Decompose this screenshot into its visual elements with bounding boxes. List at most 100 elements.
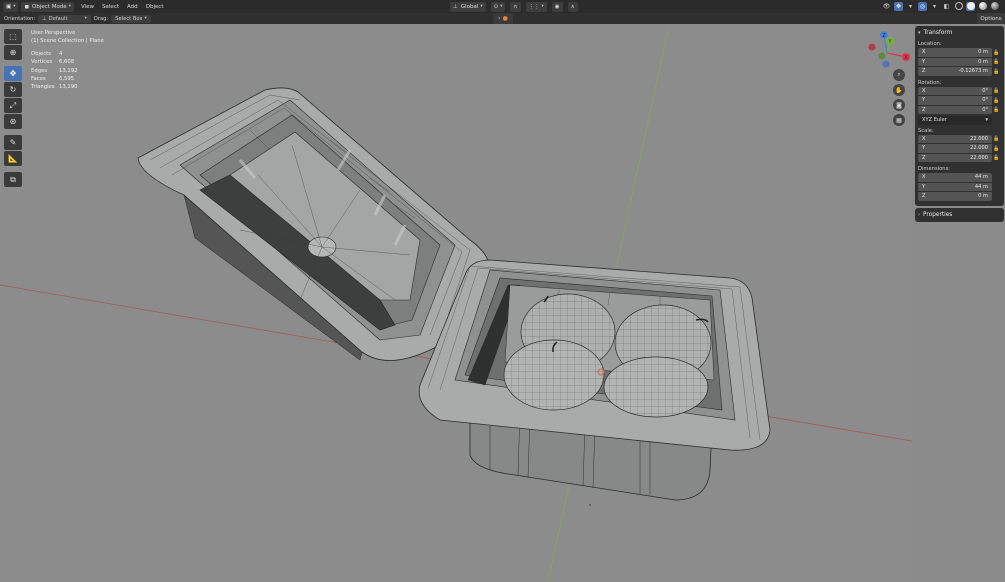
global-axes-icon: ⊥ (453, 3, 458, 10)
3d-viewport[interactable]: X Y Z (0, 24, 912, 582)
lid-tray (137, 87, 490, 361)
shading-material-icon[interactable] (978, 2, 987, 11)
add-cube-icon: ⧉ (10, 174, 16, 184)
scale-y-field[interactable]: Y 22.000 (918, 144, 992, 153)
lock-icon[interactable]: 🔓 (992, 146, 1001, 152)
rotation-mode-dropdown[interactable]: XYZ Euler ▾ (918, 116, 992, 125)
add-cube-tool[interactable]: ⧉ (4, 172, 22, 187)
mode-dropdown[interactable]: ◼ Object Mode ▾ (21, 1, 74, 12)
transform-panel: ▾ Transform Location: X0 m 🔓 Y0 m 🔓 Z -0.12… (915, 26, 1004, 206)
location-y-field[interactable]: Y0 m (918, 57, 992, 67)
proportional-falloff-dropdown[interactable]: ∧ (567, 1, 578, 12)
drag-value: Select Box (115, 15, 143, 22)
select-box-tool[interactable]: ⬚ (4, 29, 22, 44)
transform-controls: ⊥ Global ▾ ⊙ ▾ ∩ ⋮⋮ ▾ ◉ ∧ (450, 1, 581, 12)
neg-y-axis-icon[interactable] (878, 52, 886, 60)
overlays-dropdown-icon[interactable]: ▾ (930, 2, 939, 11)
transform-orientation-dropdown[interactable]: ⊥ Global ▾ (450, 1, 486, 12)
drag-dropdown[interactable]: Select Box ▾ (111, 14, 151, 23)
header-right-controls: 👁 ✥ ▾ ◎ ▾ ◧ (882, 1, 999, 11)
hand-icon: ✋ (895, 86, 903, 94)
camera-view-button[interactable]: ◙ (893, 99, 905, 111)
annotate-tool[interactable]: ✎ (4, 135, 22, 150)
scale-x-field[interactable]: X 22.000 (918, 134, 992, 144)
lock-icon[interactable]: 🔓 (992, 88, 1001, 94)
lock-icon[interactable]: 🔓 (992, 155, 1001, 161)
neg-z-axis-icon[interactable] (882, 60, 890, 68)
transform-tool[interactable]: ⊛ (4, 114, 22, 129)
perspective-toggle-button[interactable]: ▦ (893, 114, 905, 126)
tool-shelf: ⬚ ⊕ ✥ ↻ ⤢ ⊛ ✎ 📐 ⧉ (4, 29, 22, 187)
orientation-dropdown[interactable]: ⊥ Default ▾ (38, 14, 91, 23)
stat-row: Objects 4 (31, 51, 63, 57)
transform-icon: ⊛ (9, 117, 17, 126)
mode-label: Object Mode (32, 3, 67, 10)
lock-icon[interactable]: 🔓 (992, 50, 1001, 56)
pencil-icon: ✎ (9, 138, 17, 147)
apple-front-left (503, 339, 605, 411)
dimensions-z-field[interactable]: Z0 m (918, 192, 992, 201)
snap-target-dropdown[interactable]: ⋮⋮ ▾ (525, 1, 547, 12)
transform-panel-header[interactable]: ▾ Transform (918, 28, 1001, 38)
scale-tool[interactable]: ⤢ (4, 98, 22, 113)
scale-z-field[interactable]: Z 22.000 (918, 153, 992, 163)
lock-icon[interactable]: 🔓 (992, 69, 1001, 75)
dimensions-y-field[interactable]: Y 44 m (918, 182, 992, 192)
rotation-x-field[interactable]: X 0° (918, 86, 992, 96)
gizmo-toggle-icon[interactable]: ✥ (894, 1, 903, 11)
proportional-icon: ◉ (554, 3, 560, 10)
pan-button[interactable]: ✋ (893, 84, 905, 96)
editor-type-button[interactable]: ▣ ▾ (3, 1, 19, 12)
stat-row: Edges 13,192 (31, 67, 78, 74)
stat-row: Faces 6,595 (31, 75, 75, 82)
menu-add[interactable]: Add (123, 4, 142, 10)
xray-toggle-icon[interactable]: ◧ (942, 2, 951, 11)
rotate-tool[interactable]: ↻ (4, 82, 22, 97)
shading-wireframe-icon[interactable] (954, 2, 963, 11)
gizmo-dropdown-icon[interactable]: ▾ (906, 2, 915, 11)
neg-x-axis-icon[interactable] (868, 43, 876, 51)
cursor-tool[interactable]: ⊕ (4, 45, 22, 60)
overlays-toggle-icon[interactable]: ◎ (918, 1, 927, 11)
dimensions-x-field[interactable]: X 44 m (918, 173, 992, 182)
move-tool[interactable]: ✥ (4, 66, 22, 81)
zoom-icon: ⌕ (897, 71, 901, 78)
menu-select[interactable]: Select (98, 4, 123, 10)
lock-icon[interactable]: 🔓 (992, 59, 1001, 65)
view-navigation: ⌕ ✋ ◙ ▦ (893, 69, 905, 126)
pivot-point-dropdown[interactable]: ⊙ ▾ (490, 1, 506, 12)
shading-rendered-icon[interactable] (990, 2, 999, 11)
rotation-y-field[interactable]: Y 0° (918, 96, 992, 105)
chevron-down-icon: ▾ (68, 4, 71, 9)
proportional-edit-toggle[interactable]: ◉ (551, 1, 563, 12)
shading-solid-icon[interactable] (966, 1, 975, 11)
measure-tool[interactable]: 📐 (4, 151, 22, 166)
scale-label: Scale: (918, 127, 934, 134)
transform-title: Transform (923, 30, 953, 36)
options-button[interactable]: Options (977, 13, 1005, 24)
orientation-value: Default (48, 15, 68, 22)
menu-object[interactable]: Object (142, 4, 168, 10)
zoom-button[interactable]: ⌕ (893, 69, 905, 81)
svg-text:X: X (904, 55, 908, 61)
snap-toggle[interactable]: ∩ (510, 1, 521, 12)
rotation-z-field[interactable]: Z 0° (918, 105, 992, 115)
menu-view[interactable]: View (77, 4, 98, 10)
view-gizmo-icon: ● (502, 15, 508, 22)
visibility-icon[interactable]: 👁 (882, 2, 891, 11)
location-x-field[interactable]: X0 m (918, 48, 992, 57)
falloff-icon: ∧ (570, 3, 575, 10)
chevron-down-icon: ▾ (480, 4, 483, 9)
lock-icon[interactable]: 🔓 (992, 107, 1001, 113)
chevron-down-icon: ▾ (500, 4, 503, 9)
properties-panel-header[interactable]: › Properties (918, 210, 1001, 220)
sidebar-toggle-button[interactable]: › ● (493, 13, 513, 24)
dimensions-label: Dimensions: (918, 166, 951, 172)
pivot-icon: ⊙ (493, 3, 499, 10)
axes-icon: ⊥ (42, 15, 47, 22)
location-z-field[interactable]: Z -0.12673 m (918, 67, 992, 76)
lock-icon[interactable]: 🔓 (992, 98, 1001, 104)
camera-icon: ◙ (896, 101, 902, 109)
orientation-label: Orientation: (4, 15, 36, 22)
lock-icon[interactable]: 🔓 (992, 136, 1001, 142)
